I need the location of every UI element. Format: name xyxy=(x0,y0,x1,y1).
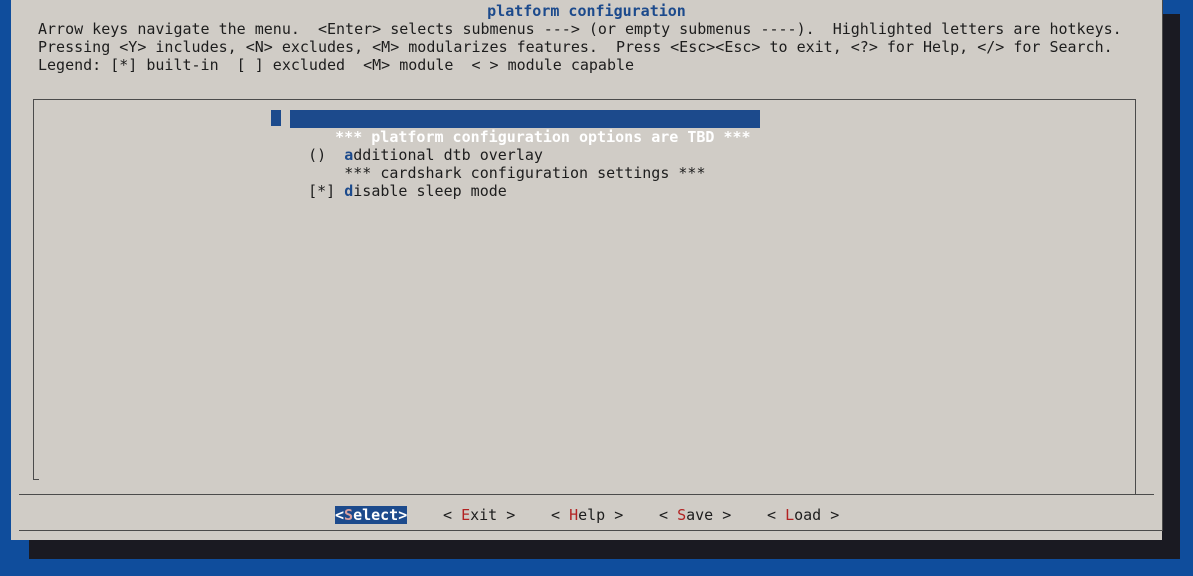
button-bracket-close: > xyxy=(605,506,624,524)
button-bracket-close: > xyxy=(497,506,516,524)
menu-item-hotkey: d xyxy=(344,182,354,200)
help-line-legend: Legend: [*] built-in [ ] excluded <M> mo… xyxy=(38,56,635,74)
menu-item-disable-sleep-mode[interactable]: [*] disable sleep mode xyxy=(272,164,507,200)
menu-item-text: isable sleep mode xyxy=(353,182,507,200)
menu-item-platform-options-tbd[interactable]: *** platform configuration options are T… xyxy=(290,110,760,146)
menu-box-corner xyxy=(33,479,39,480)
button-bracket-close: > xyxy=(821,506,840,524)
button-bracket-close: > xyxy=(713,506,732,524)
button-bracket-close: > xyxy=(398,506,408,524)
button-bracket-open: < xyxy=(659,506,678,524)
exit-button[interactable]: < Exit > xyxy=(443,506,515,524)
button-bracket-open: < xyxy=(443,506,462,524)
button-label: oad xyxy=(794,506,822,524)
button-bracket-open: < xyxy=(767,506,786,524)
button-bracket-open: < xyxy=(335,506,345,524)
button-hotkey: S xyxy=(677,506,687,524)
select-button[interactable]: <Select> xyxy=(335,506,408,524)
button-hotkey: H xyxy=(569,506,579,524)
button-hotkey: E xyxy=(461,506,471,524)
help-line-navigation: Arrow keys navigate the menu. <Enter> se… xyxy=(38,20,1122,38)
menuconfig-dialog: platform configuration Arrow keys naviga… xyxy=(11,0,1163,540)
load-button[interactable]: < Load > xyxy=(767,506,839,524)
button-label: elp xyxy=(578,506,606,524)
button-bar-divider xyxy=(19,494,1154,495)
button-hotkey: L xyxy=(785,506,795,524)
button-hotkey: S xyxy=(344,506,354,524)
button-label: ave xyxy=(686,506,714,524)
dialog-title: platform configuration xyxy=(487,2,686,20)
dialog-shadow-right xyxy=(1162,14,1180,559)
help-line-keys: Pressing <Y> includes, <N> excludes, <M>… xyxy=(38,38,1113,56)
menu-item-prefix: [*] xyxy=(308,182,345,200)
help-button[interactable]: < Help > xyxy=(551,506,623,524)
save-button[interactable]: < Save > xyxy=(659,506,731,524)
menu-box-right-edge xyxy=(1135,99,1136,495)
menu-cursor-marker xyxy=(271,110,281,126)
button-label: xit xyxy=(470,506,498,524)
button-bracket-open: < xyxy=(551,506,570,524)
menu-item-cardshark-settings[interactable]: *** cardshark configuration settings *** xyxy=(272,146,705,182)
button-label: elect xyxy=(353,506,399,524)
dialog-shadow-bottom xyxy=(29,540,1180,559)
menu-item-additional-dtb-overlay[interactable]: () additional dtb overlay xyxy=(272,128,543,164)
